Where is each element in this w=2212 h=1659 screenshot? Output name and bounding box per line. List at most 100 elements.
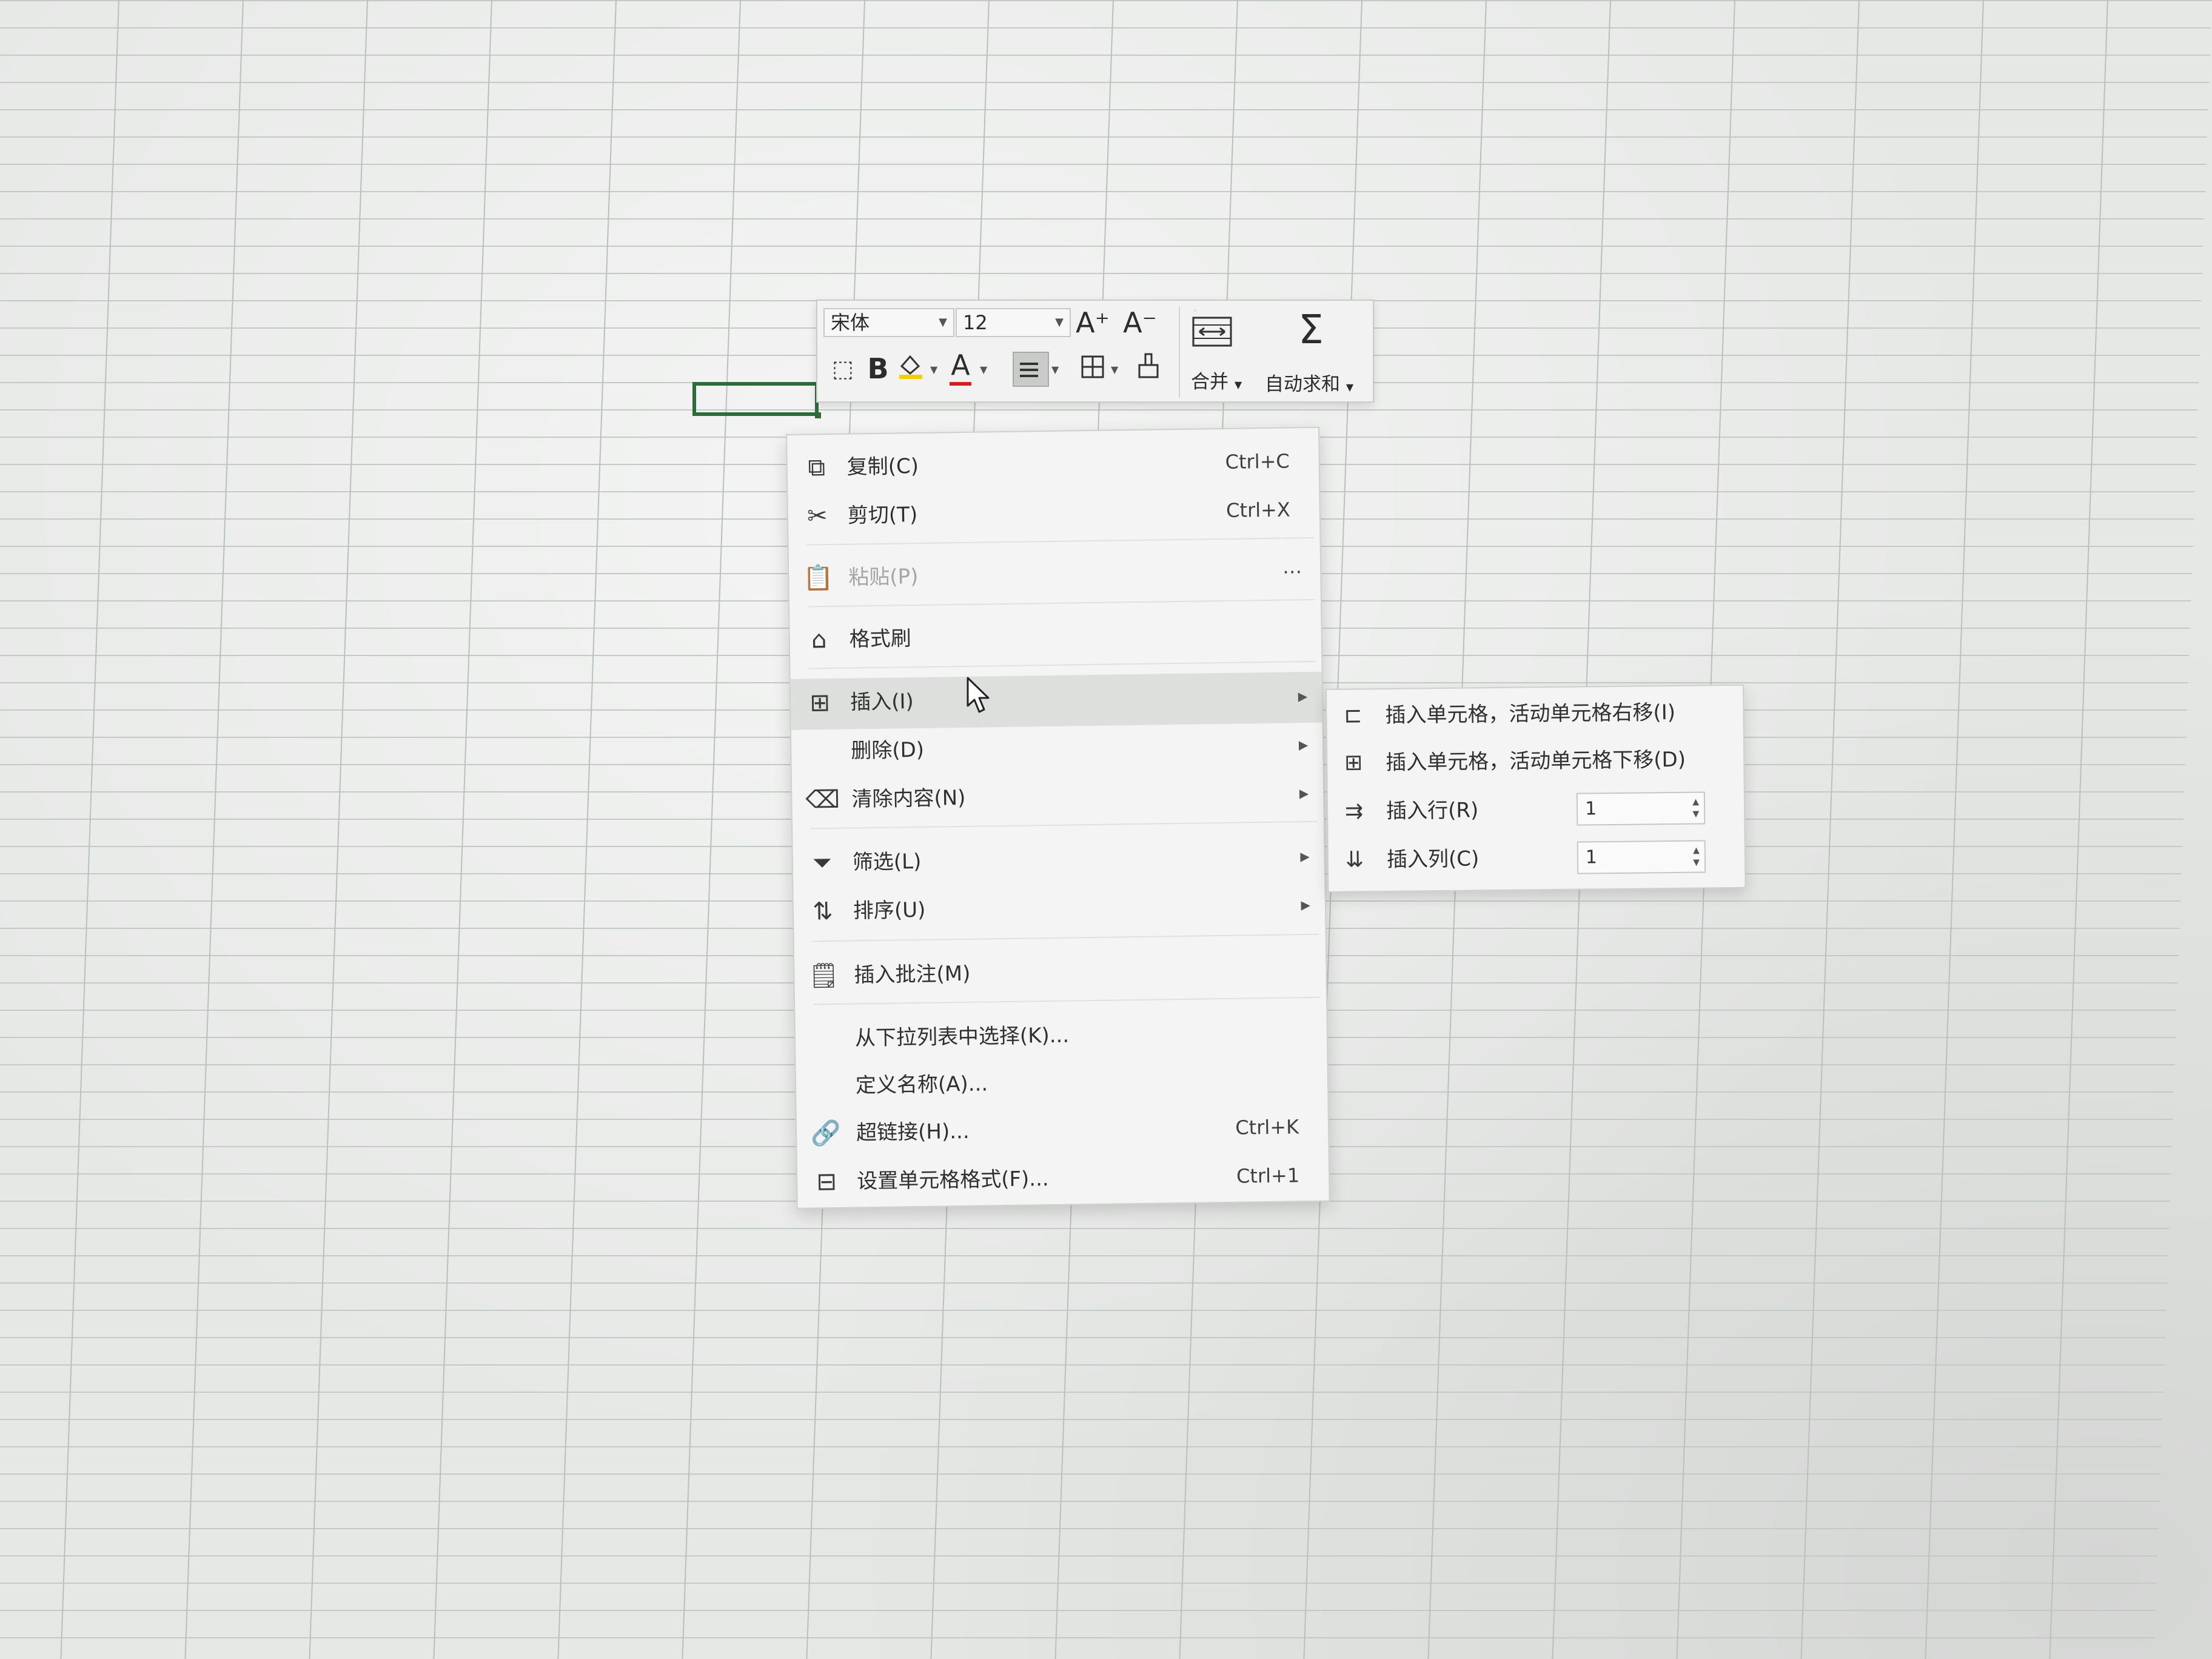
menu-item-filter[interactable]: ⏷ 筛选(L) ▶	[793, 832, 1324, 888]
menu-item-copy[interactable]: ⧉ 复制(C) Ctrl+C	[787, 437, 1319, 492]
menu-item-insert-comment[interactable]: 🗒 插入批注(M)	[794, 945, 1326, 1000]
font-size-combo[interactable]: 12 ▼	[956, 308, 1071, 337]
grow-font-icon[interactable]: A⁺	[1074, 304, 1111, 341]
insert-row-icon: ⇉	[1344, 799, 1364, 824]
menu-item-label: 清除内容(N)	[851, 785, 966, 812]
merge-button[interactable]: 合并 ▼	[1191, 366, 1242, 394]
menu-item-label: 定义名称(A)...	[855, 1071, 988, 1098]
stepper-up-icon[interactable]: ▲	[1693, 846, 1700, 856]
submenu-item-shift-right[interactable]: ⊏ 插入单元格，活动单元格右移(I)	[1327, 688, 1743, 740]
menu-item-format-painter[interactable]: ⌂ 格式刷	[789, 609, 1321, 665]
merge-icon[interactable]	[1191, 314, 1232, 359]
submenu-item-insert-row[interactable]: ⇉ 插入行(R) 1 ▲ ▼	[1328, 784, 1744, 836]
context-menu: ⧉ 复制(C) Ctrl+C ✂ 剪切(T) Ctrl+X 📋 粘贴(P) ⋯ …	[786, 426, 1330, 1209]
eraser-icon: ⌫	[805, 785, 840, 814]
menu-item-label: 粘贴(P)	[848, 564, 919, 590]
chevron-down-icon[interactable]: ▼	[1111, 364, 1118, 375]
chevron-down-icon[interactable]: ▼	[939, 309, 947, 336]
stepper-up-icon[interactable]: ▲	[1692, 797, 1699, 807]
chevron-down-icon[interactable]: ▼	[1055, 309, 1064, 336]
submenu-arrow-icon: ▶	[1301, 897, 1311, 913]
insert-cells-icon: ⊞	[809, 689, 831, 717]
bold-button[interactable]: B	[860, 350, 896, 387]
toolbar-divider	[1195, 309, 1196, 312]
menu-item-label: 插入批注(M)	[854, 961, 971, 988]
submenu-arrow-icon: ▶	[1298, 737, 1309, 752]
shortcut-text: Ctrl+1	[1236, 1164, 1300, 1188]
sort-icon: ⇅	[812, 897, 834, 926]
shortcut-text: Ctrl+K	[1235, 1115, 1299, 1139]
menu-item-label: 格式刷	[849, 626, 912, 652]
font-size-value: 12	[963, 311, 988, 334]
font-color-letter: A	[951, 349, 970, 381]
menu-item-define-name[interactable]: 定义名称(A)...	[796, 1055, 1327, 1111]
font-color-bar	[950, 382, 971, 386]
menu-divider	[812, 933, 1319, 942]
fill-color-icon[interactable]	[893, 350, 929, 389]
menu-item-sort[interactable]: ⇅ 排序(U) ▶	[793, 880, 1325, 936]
shift-right-icon: ⊏	[1344, 703, 1362, 728]
stepper-down-icon[interactable]: ▼	[1692, 809, 1699, 819]
font-color-icon[interactable]: A	[942, 349, 979, 387]
menu-item-label: 排序(U)	[853, 897, 926, 923]
font-name-combo[interactable]: 宋体 ▼	[823, 308, 954, 337]
chevron-down-icon[interactable]: ▼	[1235, 379, 1242, 390]
stepper-value: 1	[1584, 798, 1597, 820]
menu-item-hyperlink[interactable]: 🔗 超链接(H)... Ctrl+K	[797, 1102, 1329, 1158]
menu-item-cut[interactable]: ✂ 剪切(T) Ctrl+X	[788, 485, 1319, 541]
stepper-down-icon[interactable]: ▼	[1693, 858, 1700, 868]
clipboard-icon: 📋	[803, 563, 834, 592]
comment-icon: 🗒	[808, 961, 840, 990]
insert-column-icon: ⇊	[1345, 847, 1364, 873]
select-region-icon[interactable]: ⬚	[825, 350, 861, 387]
autosum-button[interactable]: 自动求和 ▼	[1265, 369, 1353, 396]
menu-item-label: 复制(C)	[846, 454, 919, 480]
submenu-item-label: 插入列(C)	[1386, 846, 1480, 872]
submenu-item-label: 插入单元格，活动单元格右移(I)	[1385, 700, 1676, 728]
menu-item-label: 筛选(L)	[852, 849, 922, 875]
submenu-item-label: 插入行(R)	[1386, 798, 1479, 823]
submenu-item-label: 插入单元格，活动单元格下移(D)	[1386, 747, 1686, 775]
merge-label: 合并	[1191, 371, 1228, 393]
menu-item-label: 从下拉列表中选择(K)...	[854, 1023, 1070, 1051]
toolbar-divider	[1179, 307, 1180, 398]
menu-item-label: 设置单元格格式(F)...	[856, 1167, 1049, 1194]
menu-item-pick-list[interactable]: 从下拉列表中选择(K)...	[795, 1008, 1327, 1064]
font-name-value: 宋体	[831, 311, 870, 334]
menu-item-paste[interactable]: 📋 粘贴(P) ⋯	[789, 547, 1321, 603]
format-cells-icon: ⊟	[816, 1167, 837, 1196]
menu-item-format-cells[interactable]: ⊟ 设置单元格格式(F)... Ctrl+1	[797, 1151, 1329, 1207]
autosum-icon[interactable]: Σ	[1293, 310, 1329, 350]
chevron-down-icon[interactable]: ▼	[1346, 381, 1353, 393]
link-icon: 🔗	[810, 1119, 842, 1148]
menu-item-label: 剪切(T)	[847, 502, 918, 528]
chevron-down-icon[interactable]: ▼	[980, 364, 987, 375]
menu-item-clear[interactable]: ⌫ 清除内容(N) ▶	[792, 769, 1324, 825]
shortcut-text: Ctrl+C	[1225, 449, 1290, 474]
chevron-down-icon[interactable]: ▼	[930, 364, 937, 375]
mouse-cursor-icon	[967, 677, 990, 713]
submenu-item-insert-col[interactable]: ⇊ 插入列(C) 1 ▲ ▼	[1329, 833, 1745, 884]
autosum-label: 自动求和	[1265, 374, 1340, 395]
active-cell[interactable]	[692, 382, 821, 418]
menu-item-label: 插入(I)	[850, 689, 914, 715]
chevron-down-icon[interactable]: ▼	[1051, 364, 1059, 375]
filter-icon: ⏷	[812, 849, 833, 877]
insert-col-count-stepper[interactable]: 1 ▲ ▼	[1577, 840, 1706, 874]
stepper-value: 1	[1585, 846, 1598, 868]
menu-item-label: 超链接(H)...	[856, 1119, 970, 1145]
format-painter-icon: ⌂	[811, 626, 827, 654]
insert-submenu: ⊏ 插入单元格，活动单元格右移(I) ⊞ 插入单元格，活动单元格下移(D) ⇉ …	[1326, 684, 1746, 893]
mini-toolbar: 宋体 ▼ 12 ▼ A⁺ A⁻ ⬚ B ▼ A ▼ ▼ ▼ 合并 ▼ Σ 自动求…	[816, 300, 1374, 403]
menu-item-delete[interactable]: 删除(D) ▶	[791, 720, 1323, 776]
align-center-button[interactable]	[1013, 352, 1049, 387]
scissors-icon: ✂	[806, 502, 828, 531]
insert-row-count-stepper[interactable]: 1 ▲ ▼	[1576, 791, 1706, 826]
submenu-arrow-icon: ▶	[1299, 786, 1309, 801]
shrink-font-icon[interactable]: A⁻	[1122, 304, 1158, 341]
submenu-item-shift-down[interactable]: ⊞ 插入单元格，活动单元格下移(D)	[1327, 736, 1744, 787]
border-icon[interactable]	[1074, 350, 1111, 389]
shift-down-icon: ⊞	[1344, 750, 1363, 776]
format-painter-icon[interactable]	[1130, 350, 1167, 389]
paste-options-icon[interactable]: ⋯	[1282, 547, 1302, 595]
